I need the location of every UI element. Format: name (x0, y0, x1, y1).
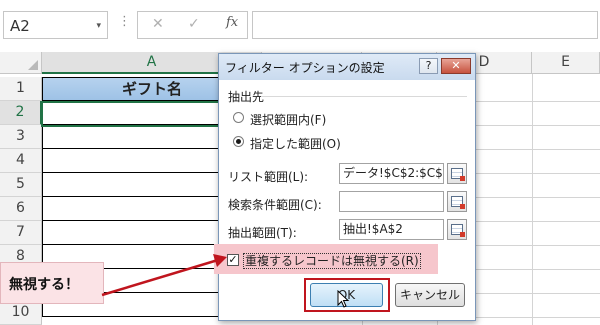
collapse-dialog-button[interactable] (447, 191, 467, 212)
name-box[interactable]: A2 ▾ (3, 11, 108, 39)
annotation-callout: 無視する！ (0, 262, 104, 304)
mouse-cursor-icon (337, 290, 350, 308)
row-header-2[interactable]: 2 (0, 101, 42, 125)
name-box-value: A2 (10, 17, 30, 35)
criteria-range-label: 検索条件範囲(C): (228, 198, 322, 212)
row-header-3[interactable]: 3 (0, 125, 42, 149)
radio-button[interactable] (233, 112, 244, 123)
check-icon[interactable]: ✓ (188, 16, 200, 32)
range-select-icon (451, 168, 465, 181)
criteria-range-input[interactable] (339, 191, 444, 212)
dialog-title: フィルター オプションの設定 (225, 61, 385, 75)
row-header-5[interactable]: 5 (0, 173, 42, 197)
select-all-icon (28, 60, 38, 70)
list-range-input[interactable]: データ!$C$2:$C$89 (339, 163, 444, 184)
group-divider (261, 96, 467, 97)
function-icon[interactable]: fx (226, 15, 238, 30)
formula-buttons: ✕ ✓ fx (137, 11, 248, 39)
annotation-text: 無視する！ (9, 277, 79, 293)
row-header-10[interactable]: 10 (0, 301, 42, 325)
gridline (532, 74, 533, 325)
select-all-corner[interactable] (0, 52, 42, 74)
copy-to-label: 抽出範囲(T): (228, 226, 297, 240)
help-button[interactable]: ? (419, 58, 438, 74)
unique-records-label: 重複するレコードは無視する(R) (243, 253, 421, 269)
grip-icon: ⋮ (118, 14, 131, 29)
output-group-label: 抽出先 (228, 90, 265, 104)
dialog-title-bar[interactable]: フィルター オプションの設定 ? ✕ (219, 54, 475, 80)
row-header-7[interactable]: 7 (0, 221, 42, 245)
radio-label: 選択範囲内(F) (250, 113, 327, 127)
cancel-button[interactable]: キャンセル (395, 283, 465, 307)
collapse-dialog-button[interactable] (447, 219, 467, 240)
collapse-dialog-button[interactable] (447, 163, 467, 184)
row-header-6[interactable]: 6 (0, 197, 42, 221)
column-header-e[interactable]: E (532, 52, 600, 74)
radio-button-selected[interactable] (233, 136, 244, 147)
close-button[interactable]: ✕ (441, 58, 471, 74)
formula-bar: A2 ▾ ⋮ ✕ ✓ fx (0, 0, 600, 48)
row-header-4[interactable]: 4 (0, 149, 42, 173)
cancel-icon[interactable]: ✕ (152, 16, 164, 32)
range-select-icon (451, 196, 465, 209)
formula-input[interactable] (252, 11, 598, 39)
row-header-1[interactable]: 1 (0, 77, 42, 101)
range-select-icon (451, 224, 465, 237)
radio-label: 指定した範囲(O) (250, 137, 341, 151)
chevron-down-icon[interactable]: ▾ (96, 21, 101, 31)
annotation-arrow-icon (101, 254, 227, 297)
copy-to-input[interactable]: 抽出!$A$2 (339, 219, 444, 240)
list-range-label: リスト範囲(L): (228, 170, 309, 184)
